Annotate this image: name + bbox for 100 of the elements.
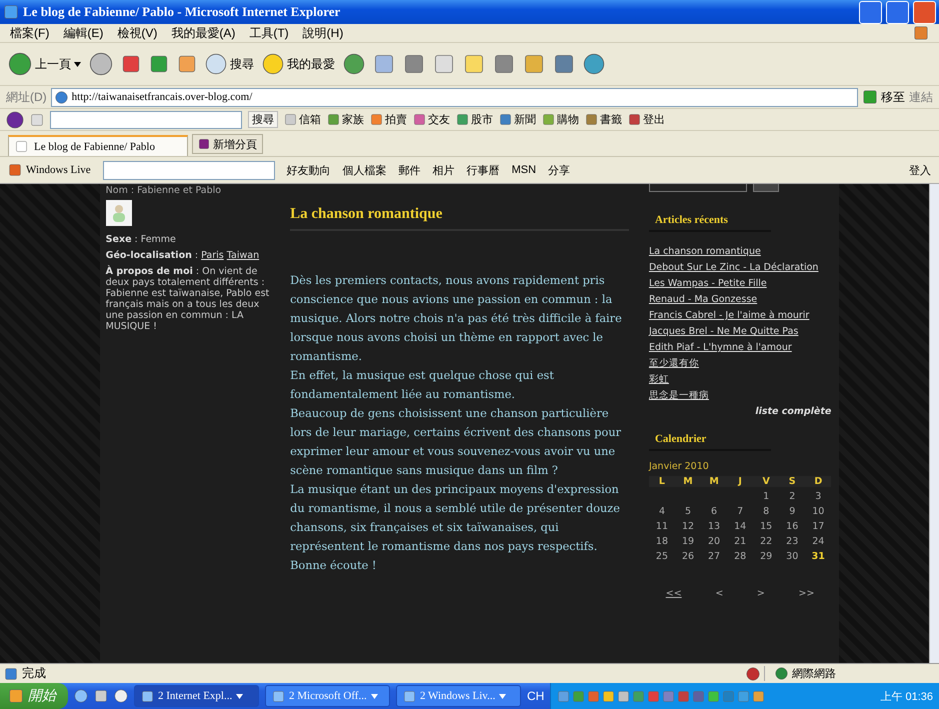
- app-icon[interactable]: [403, 690, 416, 702]
- calendar-day[interactable]: 8: [753, 506, 780, 517]
- app-icon[interactable]: [272, 690, 285, 702]
- menu-item[interactable]: 編輯(E): [63, 24, 104, 42]
- language-indicator[interactable]: CH: [527, 689, 544, 703]
- toolbar-link-icon[interactable]: [499, 113, 512, 126]
- toolbar-link[interactable]: 拍賣: [370, 112, 407, 127]
- calendar-day[interactable]: 12: [674, 521, 702, 532]
- toolbar-link[interactable]: 登出: [628, 112, 665, 127]
- calendar-day[interactable]: 5: [674, 506, 702, 517]
- calendar-day[interactable]: 27: [701, 551, 728, 562]
- article-link[interactable]: 至少還有你: [648, 358, 832, 369]
- toolbar-link[interactable]: 行事曆: [466, 162, 500, 178]
- calendar-day[interactable]: 28: [727, 551, 754, 562]
- windows-live-logo[interactable]: Windows Live: [8, 163, 91, 177]
- calendar-day[interactable]: 30: [779, 551, 806, 562]
- toolbar-link[interactable]: 購物: [542, 112, 579, 127]
- toolbar-link-icon[interactable]: [327, 113, 340, 126]
- article-link[interactable]: 彩虹: [648, 374, 832, 385]
- calendar-day[interactable]: 22: [753, 536, 780, 547]
- tray-icon[interactable]: [752, 690, 766, 702]
- calendar-nav-link[interactable]: >>: [798, 588, 814, 599]
- toolbar-link[interactable]: 相片: [432, 162, 455, 178]
- menu-item[interactable]: 工具(T): [249, 24, 289, 42]
- calendar-day[interactable]: 24: [805, 536, 832, 547]
- menu-item[interactable]: 檢視(V): [117, 24, 158, 42]
- article-link[interactable]: Les Wampas - Petite Fille: [648, 278, 832, 289]
- menu-item[interactable]: 檔案(F): [10, 24, 50, 42]
- taskbar-button[interactable]: 2 Microsoft Off...: [265, 685, 390, 707]
- article-link[interactable]: Renaud - Ma Gonzesse: [648, 294, 832, 305]
- address-field[interactable]: http://taiwanaisetfrancais.over-blog.com/: [50, 88, 858, 106]
- tray-icon[interactable]: [617, 690, 630, 702]
- new-tab-button[interactable]: 新增分頁: [192, 134, 263, 154]
- calendar-day[interactable]: 18: [648, 536, 675, 547]
- article-link[interactable]: Francis Cabrel - Je l'aime à mourir: [648, 310, 832, 321]
- full-list-link[interactable]: liste complète: [648, 406, 832, 417]
- taskbar-button[interactable]: 2 Windows Liv...: [396, 685, 521, 707]
- favorites-button[interactable]: 我的最愛: [262, 53, 335, 75]
- calendar-day[interactable]: 7: [727, 506, 754, 517]
- toolbar-link[interactable]: 個人檔案: [342, 162, 387, 178]
- article-link[interactable]: La chanson romantique: [648, 246, 832, 257]
- calendar-day[interactable]: 10: [805, 506, 832, 517]
- toolbar-link[interactable]: 郵件: [398, 162, 421, 178]
- search-button[interactable]: 搜尋: [205, 53, 254, 75]
- calendar-day[interactable]: 13: [701, 521, 728, 532]
- calendar-day[interactable]: 14: [727, 521, 754, 532]
- toolbar-link-icon[interactable]: [628, 113, 641, 126]
- search-field[interactable]: [102, 160, 275, 180]
- toolbar-link-icon[interactable]: [370, 113, 383, 126]
- toolbar-link[interactable]: 書籤: [585, 112, 622, 127]
- calendar-day[interactable]: 9: [779, 506, 806, 517]
- toolbar-link[interactable]: 股市: [456, 112, 493, 127]
- browser-tab[interactable]: Le blog de Fabienne/ Pablo: [8, 135, 188, 156]
- toolbar-link[interactable]: 家族: [327, 112, 364, 127]
- calendar-day[interactable]: 31: [805, 551, 832, 562]
- close-button[interactable]: [913, 0, 936, 24]
- toolbar-link[interactable]: 分享: [548, 162, 570, 178]
- calendar-day[interactable]: 26: [674, 551, 702, 562]
- sign-in-link[interactable]: 登入: [909, 162, 931, 178]
- toolbar-link-icon[interactable]: [585, 113, 598, 126]
- toolbar-link-icon[interactable]: [542, 113, 555, 126]
- caret-icon[interactable]: [236, 694, 244, 698]
- toolbar-link-icon[interactable]: [413, 113, 426, 126]
- taskbar-button[interactable]: 2 Internet Expl...: [134, 685, 259, 707]
- restore-button[interactable]: [886, 0, 909, 24]
- calendar-nav-link[interactable]: <<: [666, 588, 682, 599]
- toolbar-link[interactable]: 信箱: [284, 112, 321, 127]
- calendar-day[interactable]: 3: [805, 491, 832, 502]
- calendar-day[interactable]: 6: [701, 506, 728, 517]
- place-link[interactable]: Taiwan: [226, 250, 260, 261]
- go-button[interactable]: 移至: [862, 88, 905, 106]
- place-link[interactable]: Paris: [201, 250, 224, 261]
- calendar-day[interactable]: 29: [753, 551, 780, 562]
- menu-item[interactable]: 說明(H): [302, 24, 344, 42]
- calendar-day[interactable]: 21: [727, 536, 754, 547]
- calendar-day[interactable]: 2: [779, 491, 806, 502]
- calendar-day[interactable]: 15: [753, 521, 780, 532]
- toolbar-link[interactable]: 好友動向: [286, 162, 331, 178]
- app-icon[interactable]: [141, 690, 154, 702]
- tray-icon[interactable]: [707, 690, 720, 702]
- toolbar-link[interactable]: MSN: [512, 164, 536, 176]
- search-button[interactable]: 搜尋: [248, 111, 278, 128]
- tray-icon[interactable]: [602, 690, 616, 702]
- calendar-day[interactable]: 20: [701, 536, 728, 547]
- scrollbar[interactable]: [929, 184, 939, 663]
- minimize-button[interactable]: [859, 0, 882, 24]
- toolbar-link-icon[interactable]: [284, 113, 297, 126]
- article-link[interactable]: Debout Sur Le Zinc - La Déclaration: [648, 262, 832, 273]
- calendar-day[interactable]: 17: [805, 521, 832, 532]
- calendar-day[interactable]: 16: [779, 521, 806, 532]
- links-label[interactable]: 連結: [909, 88, 933, 106]
- toolbar-link[interactable]: 新聞: [499, 112, 536, 127]
- calendar-day[interactable]: 1: [753, 491, 780, 502]
- calendar-nav-link[interactable]: >: [756, 588, 765, 599]
- calendar-nav-link[interactable]: <: [715, 588, 724, 599]
- article-link[interactable]: 思念是一種病: [648, 390, 832, 401]
- calendar-day[interactable]: 23: [779, 536, 806, 547]
- caret-icon[interactable]: [74, 62, 81, 66]
- menu-item[interactable]: 我的最愛(A): [171, 24, 236, 42]
- article-link[interactable]: Edith Piaf - L'hymne à l'amour: [648, 342, 832, 353]
